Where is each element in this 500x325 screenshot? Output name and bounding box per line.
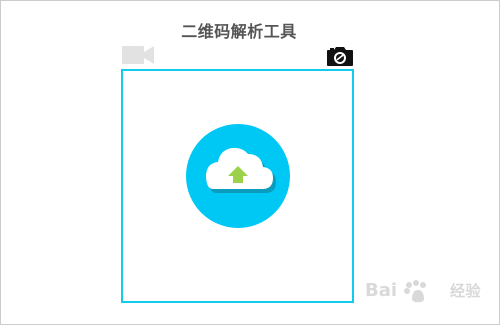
page-title: 二维码解析工具: [181, 22, 297, 41]
camera-icon[interactable]: [326, 45, 354, 67]
watermark-caption: 经验: [449, 281, 481, 300]
cloud-upload-icon[interactable]: [185, 123, 291, 229]
baidu-logo: Bai: [365, 280, 426, 303]
baidu-jingyan-watermark: Bai 经验: [365, 276, 481, 304]
video-camera-icon[interactable]: [121, 44, 155, 66]
svg-text:Bai: Bai: [365, 280, 397, 301]
qr-parser-page: 二维码解析工具 Bai 经验: [0, 0, 500, 325]
